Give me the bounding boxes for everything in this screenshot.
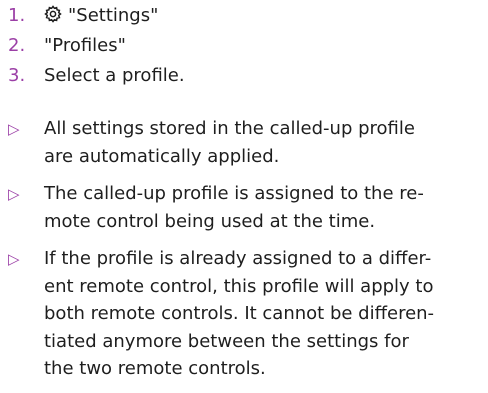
result-text: All settings stored in the called-up pro…: [44, 115, 478, 170]
step-number: 1.: [8, 5, 26, 26]
step-number: 2.: [8, 35, 26, 56]
result-item: ▷ The called-up profile is assigned to t…: [8, 180, 478, 235]
step-text: Select a profile.: [44, 65, 185, 86]
step-text-container: "Settings": [44, 1, 478, 31]
result-line: the two remote controls.: [44, 358, 266, 379]
step-item: 3. Select a profile.: [8, 61, 478, 91]
steps-list: 1. "Settings" 2. "Profiles" 3. Select a …: [8, 1, 478, 91]
result-line: both remote controls. It cannot be diffe…: [44, 303, 435, 324]
result-line: are automatically applied.: [44, 145, 280, 167]
result-line: If the profile is already assigned to a …: [44, 248, 432, 269]
result-marker-icon: ▷: [8, 250, 20, 268]
results-list: ▷ All settings stored in the called-up p…: [8, 115, 478, 393]
result-text: If the profile is already assigned to a …: [44, 245, 478, 383]
result-marker-icon: ▷: [8, 185, 20, 203]
result-line: tiated anymore between the settings for: [44, 330, 409, 352]
result-item: ▷ If the profile is already assigned to …: [8, 245, 478, 383]
settings-gear-icon: [44, 3, 62, 23]
result-line: mote control being used at the time.: [44, 210, 376, 232]
result-line: All settings stored in the called-up pro…: [44, 118, 415, 139]
step-item: 1. "Settings": [8, 1, 478, 31]
result-line: The called-up profile is assigned to the…: [44, 183, 424, 204]
step-number: 3.: [8, 65, 26, 86]
result-line: ent remote control, this profile will ap…: [44, 275, 434, 297]
result-text: The called-up profile is assigned to the…: [44, 180, 478, 235]
result-item: ▷ All settings stored in the called-up p…: [8, 115, 478, 170]
result-marker-icon: ▷: [8, 120, 20, 138]
step-text: "Profiles": [44, 35, 126, 56]
step-item: 2. "Profiles": [8, 31, 478, 61]
step-text: "Settings": [68, 5, 159, 26]
